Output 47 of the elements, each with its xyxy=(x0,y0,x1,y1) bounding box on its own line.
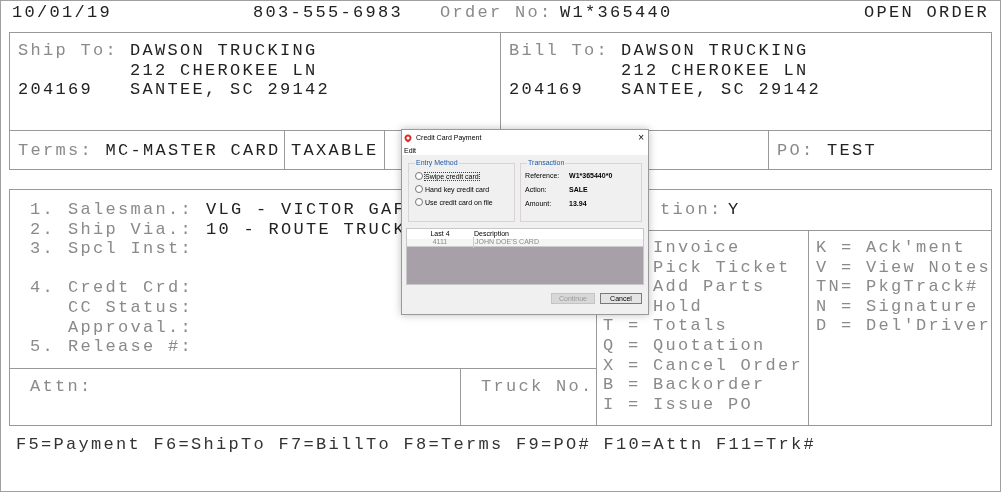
field-label: Spcl Inst: xyxy=(68,239,195,259)
terms-value: MC-MASTER CARD xyxy=(105,141,281,159)
order-number: W1*365440 xyxy=(560,3,673,21)
address-label: Bill To: xyxy=(509,41,610,61)
order-status: OPEN ORDER xyxy=(863,3,989,21)
address-name: DAWSON TRUCKING xyxy=(130,41,319,61)
truck-label: Truck No. xyxy=(481,377,594,396)
field-label: Salesman.: xyxy=(68,200,195,220)
radio-button[interactable] xyxy=(415,185,423,193)
address-label: Ship To: xyxy=(18,41,119,61)
account-number: 204169 xyxy=(18,80,94,100)
address-street: 212 CHEROKEE LN xyxy=(130,60,319,81)
command-label: Cancel Order xyxy=(652,354,803,377)
field-number: 1. xyxy=(30,200,55,219)
attn-label: Attn: xyxy=(30,377,93,396)
address-street: 212 CHEROKEE LN xyxy=(621,60,810,81)
address-city: SANTEE, SC 29142 xyxy=(130,80,332,100)
radio-button[interactable] xyxy=(415,172,423,180)
option-value: Y xyxy=(727,200,741,221)
account-number: 204169 xyxy=(509,80,585,100)
field-label: Ship Via.: xyxy=(68,219,195,240)
address-city: SANTEE, SC 29142 xyxy=(621,80,823,100)
field-label: Credt Crd: xyxy=(68,278,195,298)
terms-label: Terms: xyxy=(18,141,94,159)
order-label: Order No: xyxy=(440,3,554,21)
command-label: Del'Driver xyxy=(865,315,991,338)
field-number: 2. xyxy=(30,219,55,239)
field-label: CC Status: xyxy=(68,297,195,318)
order-date: 10/01/19 xyxy=(12,3,113,21)
option-label: tion: xyxy=(659,200,724,221)
close-button[interactable]: × xyxy=(638,133,644,143)
field-number: 5. xyxy=(30,337,55,357)
phone-number: 803-555-6983 xyxy=(253,3,405,21)
field-value: 10 - ROUTE TRUCK xyxy=(206,219,407,240)
tax-status: TAXABLE xyxy=(291,141,379,159)
po-label: PO: xyxy=(777,141,816,159)
po-value: TEST xyxy=(827,141,878,159)
address-name: DAWSON TRUCKING xyxy=(621,41,810,61)
field-number: 4. xyxy=(30,278,55,298)
field-label: Approval.: xyxy=(68,317,195,338)
field-value: VLG - VICTOR GAF xyxy=(206,200,407,220)
function-key-text: F5=Payment F6=ShipTo F7=BillTo F8=Terms F9=PO# F10=Attn F11=Trk# xyxy=(16,435,817,454)
radio-button[interactable] xyxy=(415,198,423,206)
field-number: 3. xyxy=(30,239,55,259)
command-label: Quotation xyxy=(652,335,766,357)
field-label: Release #: xyxy=(68,337,195,357)
command-label: Totals xyxy=(652,315,728,338)
